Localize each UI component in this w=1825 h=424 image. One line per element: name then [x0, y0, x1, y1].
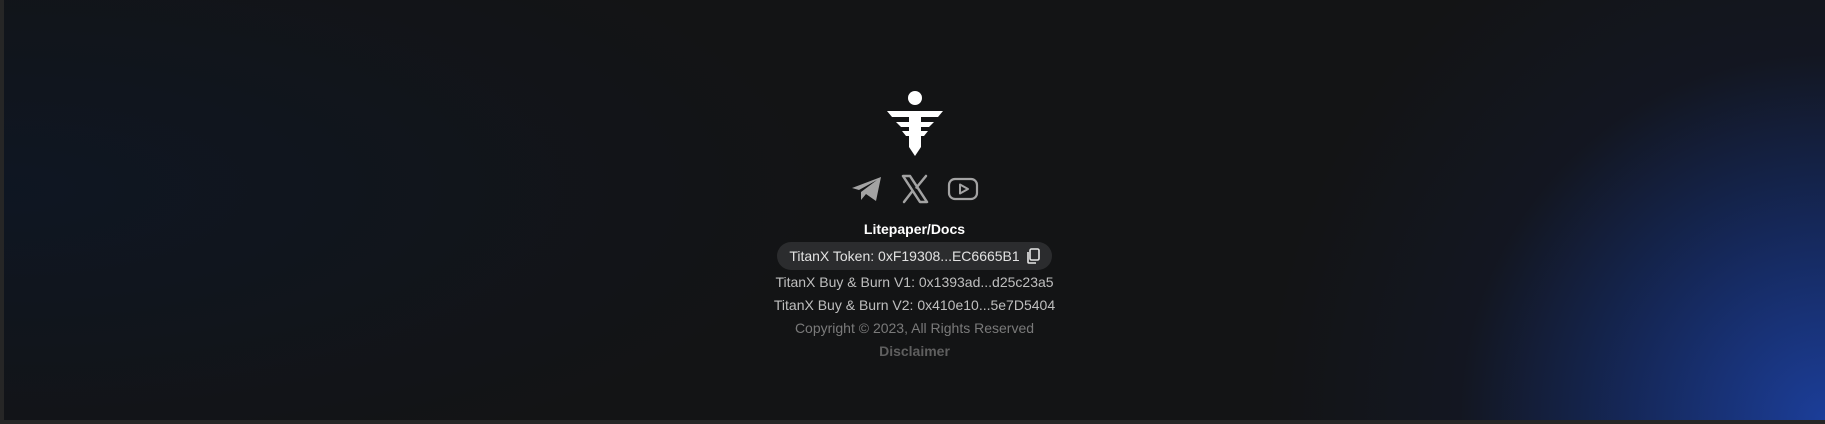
footer-content: Litepaper/Docs TitanX Token: 0xF19308...… — [4, 0, 1825, 360]
docs-link[interactable]: Litepaper/Docs — [864, 220, 965, 238]
social-links — [850, 171, 980, 207]
youtube-icon[interactable] — [946, 172, 980, 206]
footer: Litepaper/Docs TitanX Token: 0xF19308...… — [4, 0, 1825, 420]
buy-burn-v1-address[interactable]: TitanX Buy & Burn V1: 0x1393ad...d25c23a… — [775, 273, 1053, 291]
token-address-label: TitanX Token: 0xF19308...EC6665B1 — [789, 248, 1020, 264]
buy-burn-v2-address[interactable]: TitanX Buy & Burn V2: 0x410e10...5e7D540… — [774, 296, 1055, 314]
titanx-logo-icon[interactable] — [885, 89, 945, 157]
x-icon[interactable] — [898, 172, 932, 206]
copy-icon[interactable] — [1026, 248, 1040, 264]
disclaimer-link[interactable]: Disclaimer — [879, 342, 950, 360]
copyright-text: Copyright © 2023, All Rights Reserved — [794, 320, 1035, 336]
page-frame: Litepaper/Docs TitanX Token: 0xF19308...… — [0, 0, 1825, 424]
token-address-pill[interactable]: TitanX Token: 0xF19308...EC6665B1 — [777, 242, 1052, 270]
telegram-icon[interactable] — [850, 172, 884, 206]
